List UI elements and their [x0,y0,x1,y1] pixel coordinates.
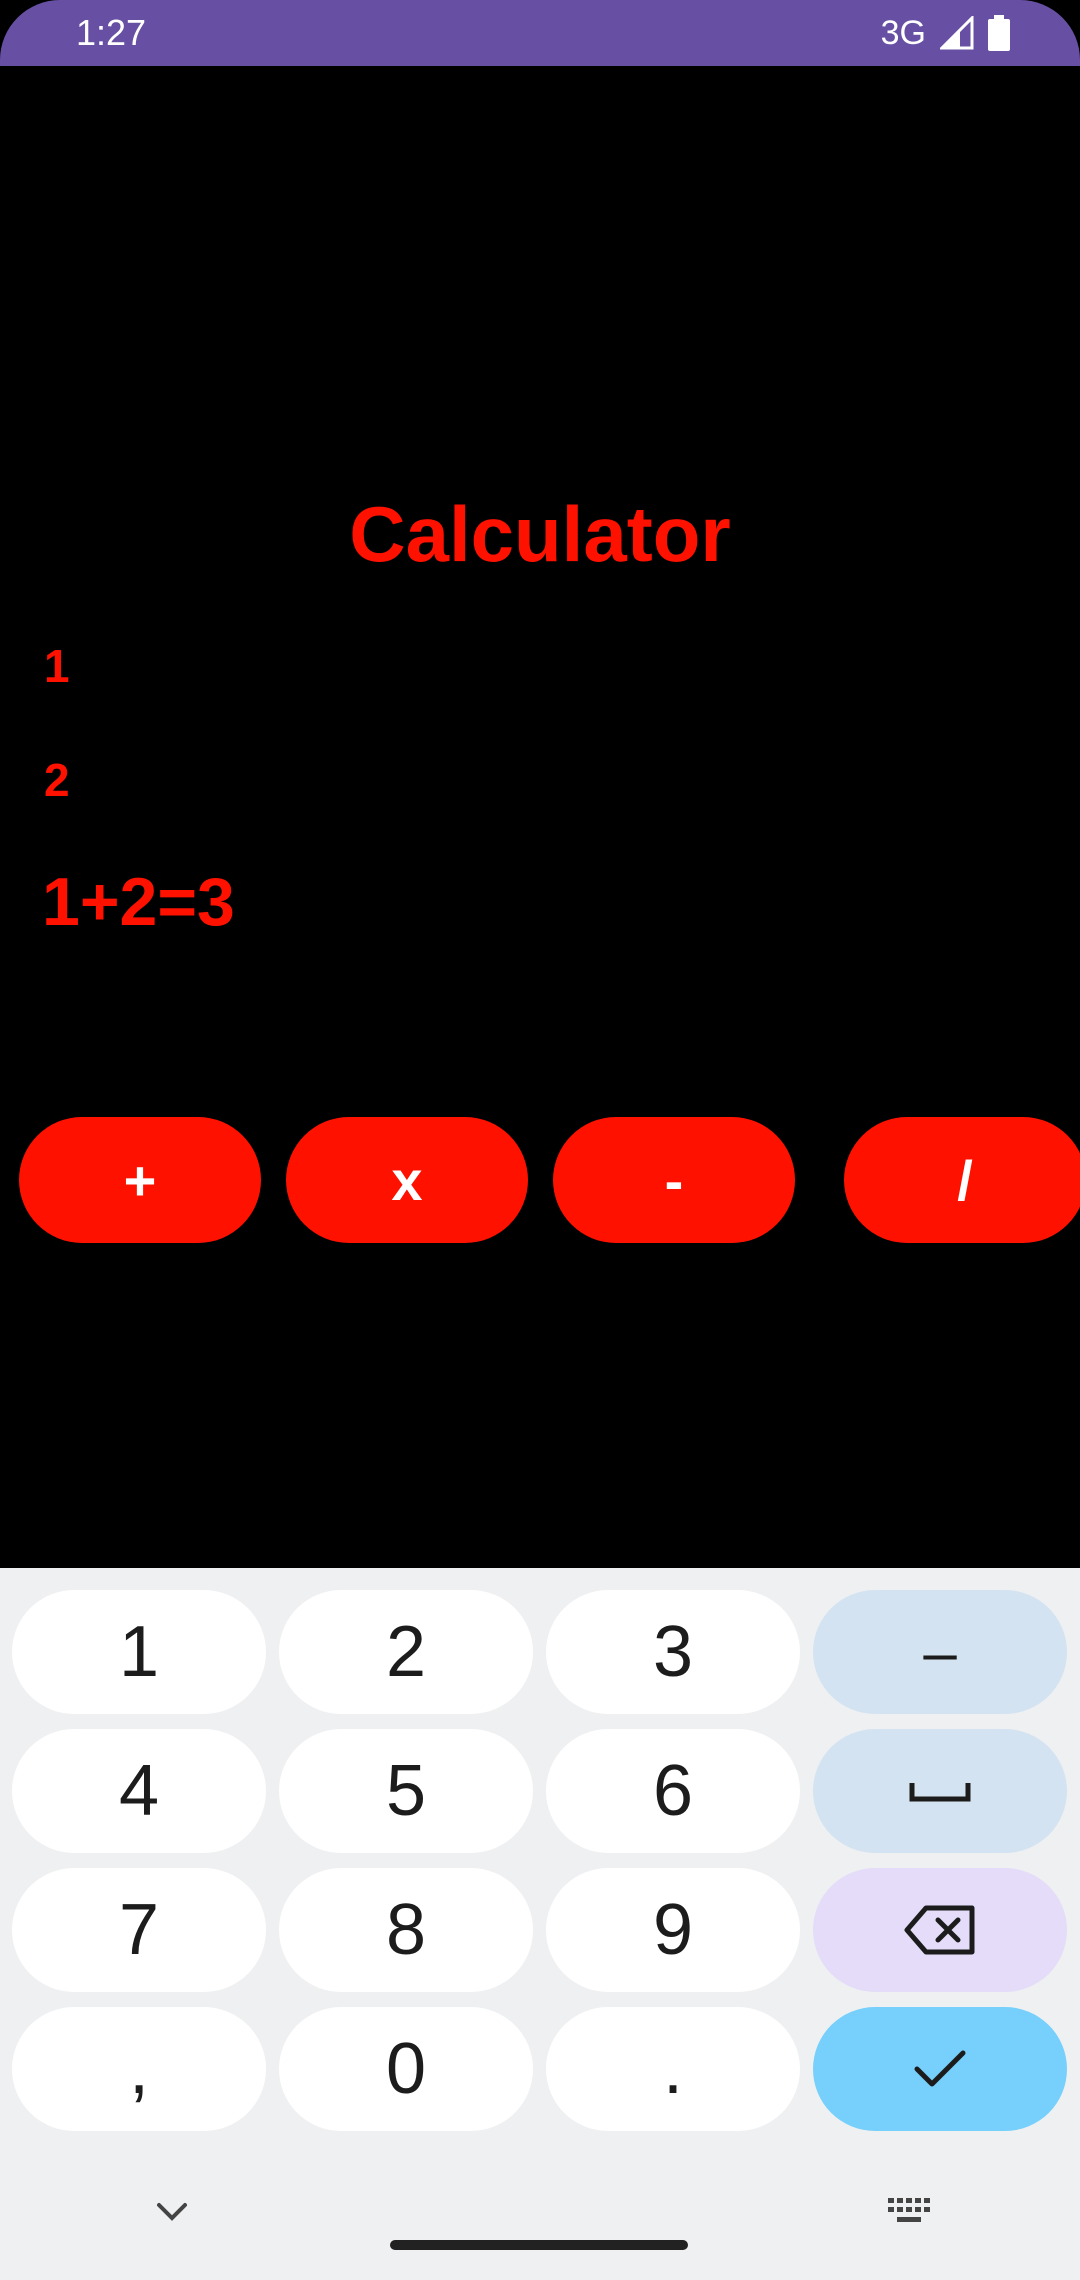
add-button[interactable]: + [19,1117,261,1243]
key-period[interactable]: . [546,2007,800,2131]
status-time: 1:27 [76,12,147,53]
keyboard-icon[interactable] [886,2196,932,2226]
calculator-screen: Calculator 1 2 1+2=3 + x - / [0,66,1080,1568]
status-icons: 3G [881,10,1010,56]
page-title: Calculator [349,490,731,578]
result-text: 1+2=3 [42,864,235,940]
key-8[interactable]: 8 [279,1868,533,1992]
subtract-button[interactable]: - [553,1117,795,1243]
key-7[interactable]: 7 [12,1868,266,1992]
key-1[interactable]: 1 [12,1590,266,1714]
key-done[interactable] [813,2007,1067,2131]
number-input-1[interactable]: 1 [44,638,70,694]
home-indicator[interactable] [390,2240,688,2250]
chevron-down-icon[interactable] [156,2202,188,2222]
network-type: 3G [880,14,926,52]
backspace-icon [904,1905,975,1955]
check-icon [914,2050,966,2087]
key-4[interactable]: 4 [12,1729,266,1853]
key-5[interactable]: 5 [279,1729,533,1853]
signal-icon [940,16,974,50]
key-dash[interactable]: – [813,1590,1067,1714]
multiply-button[interactable]: x [286,1117,528,1243]
space-bar-icon [909,1783,971,1802]
key-9[interactable]: 9 [546,1868,800,1992]
battery-icon [988,15,1010,51]
key-backspace[interactable] [813,1868,1067,1992]
key-comma[interactable]: , [12,2007,266,2131]
key-0[interactable]: 0 [279,2007,533,2131]
status-bar: 1:27 3G [0,0,1080,66]
numeric-keyboard: 1 2 3 – 4 5 6 7 8 9 , 0 . [0,1568,1080,2280]
number-input-2[interactable]: 2 [44,752,70,808]
key-space[interactable] [813,1729,1067,1853]
key-6[interactable]: 6 [546,1729,800,1853]
key-3[interactable]: 3 [546,1590,800,1714]
key-2[interactable]: 2 [279,1590,533,1714]
divide-button[interactable]: / [844,1117,1080,1243]
